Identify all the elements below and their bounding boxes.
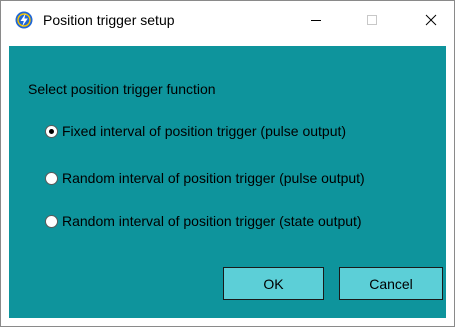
app-icon (15, 11, 33, 29)
radio-label: Fixed interval of position trigger (puls… (62, 123, 347, 139)
radio-label: Random interval of position trigger (pul… (62, 170, 365, 186)
radio-random-interval-pulse[interactable]: Random interval of position trigger (pul… (45, 169, 365, 187)
ok-button[interactable]: OK (223, 267, 324, 300)
radio-button[interactable] (45, 124, 58, 138)
minimize-icon (311, 19, 321, 21)
maximize-icon (367, 14, 377, 25)
dialog-window: Position trigger setup Select position t… (0, 0, 455, 327)
radio-button[interactable] (45, 171, 58, 185)
prompt-label: Select position trigger function (28, 81, 216, 97)
close-icon (425, 14, 437, 25)
minimize-button[interactable] (293, 1, 339, 38)
cancel-button[interactable]: Cancel (339, 267, 443, 300)
radio-random-interval-state[interactable]: Random interval of position trigger (sta… (45, 212, 362, 230)
radio-fixed-interval-pulse[interactable]: Fixed interval of position trigger (puls… (45, 122, 346, 140)
title-bar[interactable]: Position trigger setup (1, 1, 454, 38)
close-button[interactable] (408, 1, 454, 38)
window-title: Position trigger setup (43, 12, 175, 28)
radio-button[interactable] (45, 214, 58, 228)
maximize-button[interactable] (349, 1, 395, 38)
radio-label: Random interval of position trigger (sta… (62, 213, 362, 229)
